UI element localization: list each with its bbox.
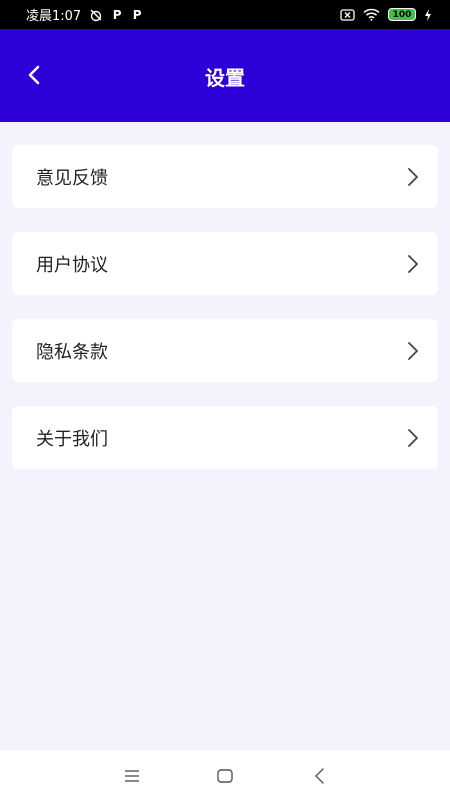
chevron-right-icon [408, 428, 418, 447]
status-time: 凌晨1:07 [26, 9, 82, 24]
p-notification-icon: P [112, 7, 122, 22]
menu-item-label: 隐私条款 [36, 341, 108, 363]
chevron-right-icon [408, 341, 418, 360]
status-bar: 凌晨1:07 P P 100 [0, 0, 450, 29]
menu-item-label: 关于我们 [36, 428, 108, 450]
page-title: 设置 [205, 66, 245, 90]
nav-back-button[interactable] [310, 766, 330, 786]
header: 设置 [0, 29, 450, 122]
nav-home-button[interactable] [215, 766, 235, 786]
menu-item-label: 用户协议 [36, 254, 108, 276]
menu-item-label: 意见反馈 [36, 167, 108, 189]
status-left: 凌晨1:07 P P [26, 5, 143, 25]
home-icon [217, 769, 233, 783]
system-nav-bar [0, 750, 450, 800]
wifi-icon [363, 8, 380, 21]
nav-menu-button[interactable] [122, 766, 142, 786]
menu-icon [125, 770, 139, 782]
sim-off-icon [340, 8, 355, 21]
battery-icon: 100 [388, 8, 416, 21]
p-notification-icon: P [132, 7, 142, 22]
menu-item-about-us[interactable]: 关于我们 [12, 406, 438, 469]
status-right: 100 [340, 8, 432, 21]
menu-item-user-agreement[interactable]: 用户协议 [12, 232, 438, 295]
alarm-off-icon [90, 9, 102, 21]
charging-icon [425, 8, 431, 21]
back-icon [315, 768, 324, 784]
settings-menu: 意见反馈 用户协议 隐私条款 关于我们 [12, 145, 438, 493]
chevron-right-icon [408, 167, 418, 186]
menu-item-privacy[interactable]: 隐私条款 [12, 319, 438, 382]
chevron-right-icon [408, 254, 418, 273]
menu-item-feedback[interactable]: 意见反馈 [12, 145, 438, 208]
